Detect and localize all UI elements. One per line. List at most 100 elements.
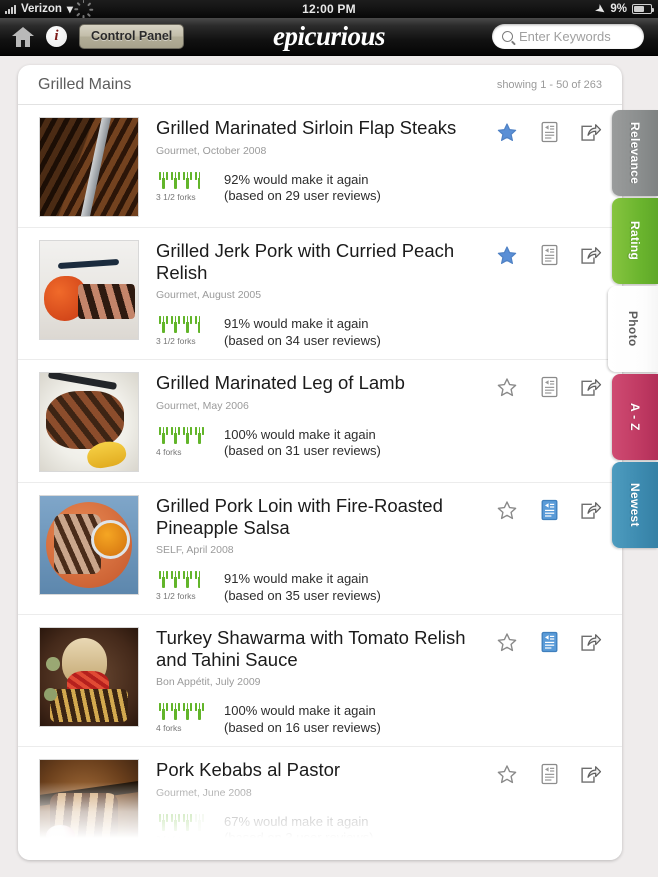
share-icon[interactable] <box>580 631 602 653</box>
recipe-list: Grilled Marinated Sirloin Flap Steaks Gou… <box>18 105 622 860</box>
sort-tabs: Relevance Rating Photo A - Z Newest <box>608 110 658 550</box>
sort-tab-label: Relevance <box>628 121 642 185</box>
star-icon[interactable] <box>496 244 518 266</box>
fork-icon <box>183 426 192 444</box>
fork-rating: 4 forks <box>156 703 218 733</box>
recipe-source: Gourmet, August 2005 <box>156 289 262 302</box>
fork-icon <box>159 703 168 721</box>
recipe-review-summary: 67% would make it again (based on 3 user … <box>218 814 374 847</box>
fork-icon <box>159 813 168 831</box>
recipe-thumbnail[interactable] <box>39 759 139 860</box>
recipe-row[interactable]: Grilled Marinated Sirloin Flap Steaks Gou… <box>18 105 622 228</box>
fork-icon <box>183 813 192 831</box>
share-icon[interactable] <box>580 376 602 398</box>
fork-rating-label: 4 forks <box>156 446 182 457</box>
sort-tab-label: Rating <box>628 221 642 261</box>
note-icon[interactable] <box>538 631 560 653</box>
star-icon[interactable] <box>496 121 518 143</box>
app-header: i Control Panel epicurious <box>0 18 658 56</box>
status-bar-right: ➤ 9% <box>593 1 658 17</box>
info-icon[interactable]: i <box>46 26 67 47</box>
note-icon[interactable] <box>538 763 560 785</box>
fork-rating-label: 3 1/2 forks <box>156 191 196 202</box>
recipe-actions <box>496 244 602 266</box>
recipe-review-summary: 92% would make it again (based on 29 user… <box>218 172 381 205</box>
search-icon <box>502 31 513 42</box>
location-arrow-icon: ➤ <box>593 1 608 17</box>
fork-icons <box>156 813 218 831</box>
fork-icon <box>171 171 180 189</box>
review-count: (based on 31 user reviews) <box>224 443 381 459</box>
share-icon[interactable] <box>580 121 602 143</box>
note-icon[interactable] <box>538 121 560 143</box>
share-icon[interactable] <box>580 244 602 266</box>
star-icon[interactable] <box>496 499 518 521</box>
fork-rating-label: 3 1/2 forks <box>156 336 196 347</box>
fork-icon <box>195 813 204 831</box>
share-icon[interactable] <box>580 499 602 521</box>
note-icon[interactable] <box>538 376 560 398</box>
recipe-actions <box>496 376 602 398</box>
fork-rating-label: 3 forks <box>156 833 182 844</box>
star-icon[interactable] <box>496 376 518 398</box>
battery-icon <box>632 4 654 14</box>
search-box[interactable] <box>492 24 644 49</box>
recipe-source: Gourmet, October 2008 <box>156 144 267 157</box>
star-icon[interactable] <box>496 631 518 653</box>
fork-icon <box>171 426 180 444</box>
fork-icon <box>195 171 200 189</box>
recipe-rating: 4 forks 100% would make it again (based on… <box>156 703 602 736</box>
search-input[interactable] <box>519 29 634 44</box>
review-count: (based on 3 user reviews) <box>224 830 374 846</box>
recipe-list-card: Grilled Mains showing 1 - 50 of 263 Gril… <box>18 65 622 860</box>
fork-icon <box>159 171 168 189</box>
home-icon[interactable] <box>12 26 34 47</box>
note-icon[interactable] <box>538 244 560 266</box>
fork-icon <box>195 703 204 721</box>
recipe-thumbnail[interactable] <box>39 627 139 728</box>
share-icon[interactable] <box>580 763 602 785</box>
fork-icon <box>183 316 192 334</box>
recipe-row[interactable]: Turkey Shawarma with Tomato Relish and T… <box>18 615 622 748</box>
recipe-thumbnail[interactable] <box>39 240 139 340</box>
sort-tab-photo[interactable]: Photo <box>608 286 658 372</box>
recipe-rating: 3 1/2 forks 91% would make it again (based… <box>156 316 602 349</box>
star-icon[interactable] <box>496 763 518 785</box>
sort-tab-relevance[interactable]: Relevance <box>612 110 658 196</box>
recipe-source: Bon Appétit, July 2009 <box>156 676 261 689</box>
recipe-thumbnail[interactable] <box>39 372 139 473</box>
recipe-actions <box>496 499 602 521</box>
sort-tab-label: Newest <box>628 483 642 527</box>
fork-rating: 3 1/2 forks <box>156 571 218 601</box>
note-icon[interactable] <box>538 499 560 521</box>
fork-icon <box>171 813 180 831</box>
fork-icon <box>171 571 180 589</box>
fork-icon <box>195 426 204 444</box>
recipe-source: SELF, April 2008 <box>156 544 234 557</box>
fork-icons <box>156 426 218 444</box>
sort-tab-newest[interactable]: Newest <box>612 462 658 548</box>
fork-icon <box>195 316 200 334</box>
recipe-thumbnail[interactable] <box>39 495 139 596</box>
make-again-percent: 67% would make it again <box>224 813 369 829</box>
recipe-rating: 3 1/2 forks 92% would make it again (based… <box>156 171 602 205</box>
recipe-row[interactable]: Grilled Jerk Pork with Curried Peach Rel… <box>18 228 622 361</box>
fork-rating-label: 3 1/2 forks <box>156 591 196 602</box>
recipe-source: Gourmet, May 2006 <box>156 399 249 412</box>
review-count: (based on 34 user reviews) <box>224 332 381 348</box>
recipe-row[interactable]: Grilled Pork Loin with Fire-Roasted Pine… <box>18 483 622 616</box>
sort-tab-rating[interactable]: Rating <box>612 198 658 284</box>
recipe-actions <box>496 631 602 653</box>
fork-rating: 3 1/2 forks <box>156 316 218 346</box>
recipe-row[interactable]: Grilled Marinated Leg of Lamb Gourmet, Ma… <box>18 360 622 484</box>
make-again-percent: 91% would make it again <box>224 571 369 587</box>
result-count-label: showing 1 - 50 of 263 <box>496 78 602 91</box>
recipe-rating: 3 1/2 forks 91% would make it again (based… <box>156 571 602 604</box>
card-header: Grilled Mains showing 1 - 50 of 263 <box>18 65 622 105</box>
recipe-row[interactable]: Pork Kebabs al Pastor Gourmet, June 2008 3… <box>18 747 622 860</box>
page-title: Grilled Mains <box>38 75 132 93</box>
sort-tab-az[interactable]: A - Z <box>612 374 658 460</box>
control-panel-button[interactable]: Control Panel <box>79 23 185 50</box>
sort-tab-label: Photo <box>626 311 640 347</box>
recipe-thumbnail[interactable] <box>39 117 139 217</box>
